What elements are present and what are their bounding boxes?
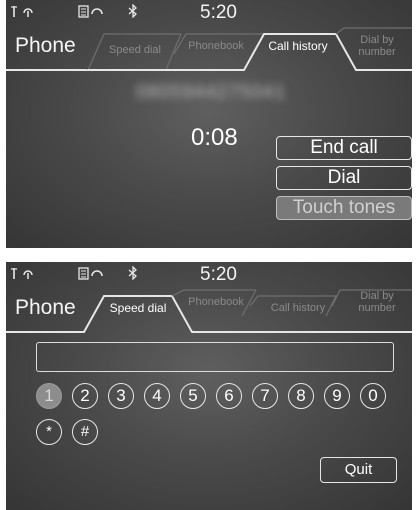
key-7[interactable]: 7 — [252, 383, 278, 409]
key-2[interactable]: 2 — [72, 383, 98, 409]
key-8[interactable]: 8 — [288, 383, 314, 409]
call-screen: 5:20 Phone Speed dial Phonebook Call his… — [6, 0, 412, 248]
call-timer: 0:08 — [191, 124, 238, 151]
touch-tones-button[interactable]: Touch tones — [276, 196, 412, 220]
key-9[interactable]: 9 — [324, 383, 350, 409]
app-title: Phone — [15, 296, 76, 319]
number-entry-field[interactable] — [36, 342, 394, 372]
status-bar: 5:20 — [6, 262, 412, 288]
headset-icon — [22, 4, 34, 21]
key-6[interactable]: 6 — [216, 383, 242, 409]
clock: 5:20 — [200, 264, 237, 285]
tab-call-history[interactable]: Call history — [258, 40, 338, 52]
app-title: Phone — [15, 34, 76, 57]
phone-battery-icon — [78, 4, 104, 21]
tab-dial-by-number[interactable]: Dial by number — [344, 290, 410, 314]
tab-bar: Phone Speed dial Phonebook Call history … — [6, 24, 412, 72]
speed-dial-screen: 5:20 Phone Speed dial Phonebook Call his… — [6, 262, 412, 510]
status-bar: 5:20 — [6, 0, 412, 26]
tab-speed-dial[interactable]: Speed dial — [98, 302, 178, 314]
key-star[interactable]: * — [36, 419, 62, 445]
bluetooth-icon — [126, 3, 140, 21]
key-hash[interactable]: # — [72, 419, 98, 445]
clock: 5:20 — [200, 2, 237, 23]
headset-icon — [22, 266, 34, 283]
key-5[interactable]: 5 — [180, 383, 206, 409]
key-4[interactable]: 4 — [144, 383, 170, 409]
key-0[interactable]: 0 — [360, 383, 386, 409]
quit-button[interactable]: Quit — [320, 457, 397, 483]
phone-number-display: 0805944275041 — [135, 82, 287, 103]
tab-call-history[interactable]: Call history — [258, 302, 338, 314]
tab-bar: Phone Speed dial Phonebook Call history … — [6, 286, 412, 334]
phone-battery-icon — [78, 266, 104, 283]
end-call-button[interactable]: End call — [276, 136, 412, 160]
tab-dial-by-number[interactable]: Dial by number — [344, 34, 410, 58]
tab-phonebook[interactable]: Phonebook — [180, 296, 252, 308]
dial-button[interactable]: Dial — [276, 166, 412, 190]
key-1[interactable]: 1 — [36, 383, 62, 409]
bluetooth-icon — [126, 265, 140, 283]
tab-speed-dial[interactable]: Speed dial — [102, 44, 168, 56]
key-3[interactable]: 3 — [108, 383, 134, 409]
antenna-icon — [10, 4, 18, 21]
antenna-icon — [10, 266, 18, 283]
tab-phonebook[interactable]: Phonebook — [180, 40, 252, 52]
